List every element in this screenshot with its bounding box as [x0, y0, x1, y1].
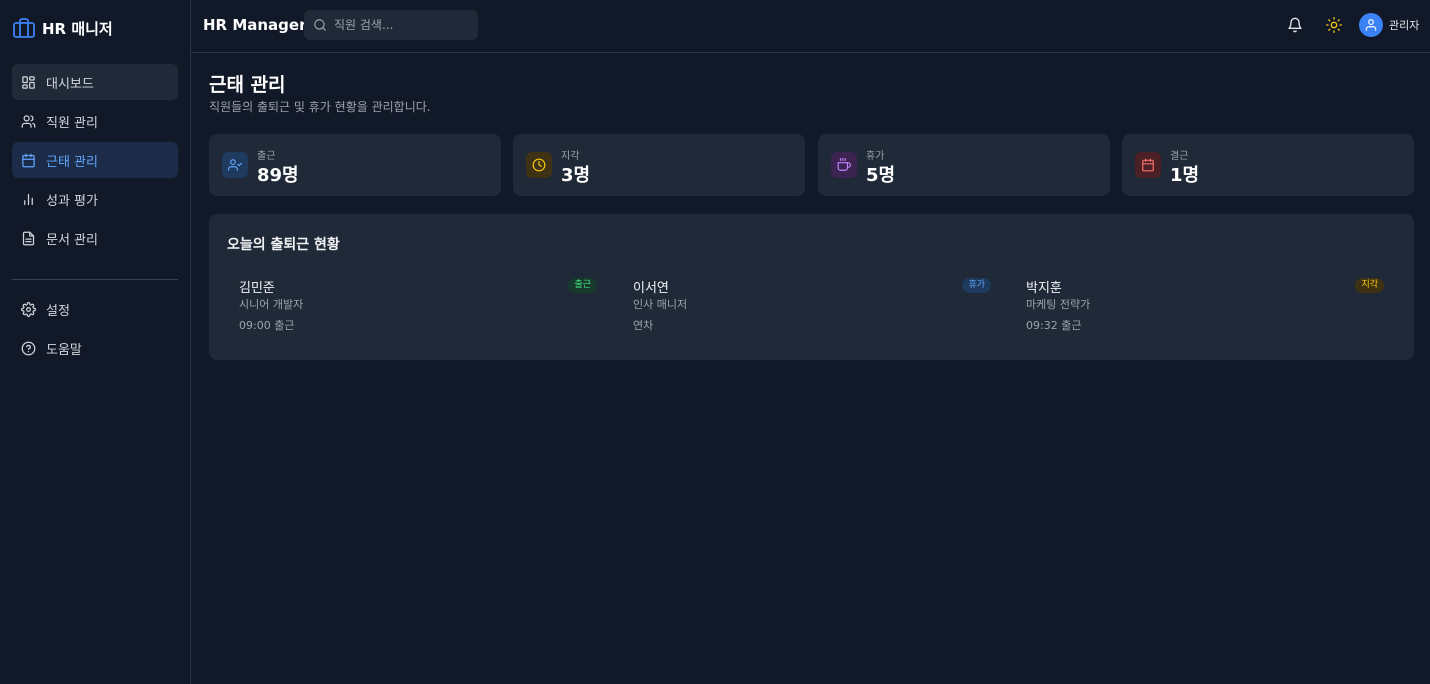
sidebar-item-settings[interactable]: 설정 — [12, 291, 178, 327]
user-menu[interactable]: 관리자 — [1359, 13, 1419, 37]
page-title: 근태 관리 — [209, 74, 286, 96]
briefcase-icon — [13, 18, 35, 38]
sidebar: HR 매니저 대시보드 직원 관리 근태 관리 성과 평가 문서 관리 설정 도… — [0, 0, 191, 684]
brand-title: HR Manager — [203, 16, 307, 34]
status-badge: 출근 — [568, 278, 597, 293]
status-badge: 휴가 — [962, 278, 991, 293]
sidebar-item-label: 근태 관리 — [46, 154, 98, 170]
sidebar-item-label: 설정 — [46, 303, 70, 319]
stat-card-late: 지각 3명 — [513, 134, 805, 196]
stat-label: 출근 — [257, 151, 276, 162]
stat-card-leave: 휴가 5명 — [818, 134, 1110, 196]
stat-value: 89명 — [257, 165, 299, 186]
panel-title: 오늘의 출퇴근 현황 — [227, 237, 340, 253]
search-input[interactable] — [334, 18, 464, 32]
sidebar-divider — [12, 279, 178, 280]
bell-icon[interactable] — [1287, 17, 1303, 33]
secondary-nav: 설정 도움말 — [12, 291, 178, 369]
sidebar-item-documents[interactable]: 문서 관리 — [12, 220, 178, 256]
attendance-panel: 오늘의 출퇴근 현황 김민준 시니어 개발자 09:00 출근 출근 이서연 인… — [209, 214, 1414, 360]
employee-card[interactable]: 김민준 시니어 개발자 09:00 출근 출근 — [239, 277, 597, 333]
employee-role: 마케팅 전략가 — [1026, 298, 1091, 311]
page-subtitle: 직원들의 출퇴근 및 휴가 현황을 관리합니다. — [209, 100, 431, 114]
topbar: HR Manager 관리자 — [191, 0, 1430, 53]
sidebar-item-label: 문서 관리 — [46, 232, 98, 248]
sun-icon[interactable] — [1326, 17, 1342, 33]
employee-card[interactable]: 박지훈 마케팅 전략가 09:32 출근 지각 — [1026, 277, 1384, 333]
search-icon — [314, 19, 326, 31]
users-icon — [21, 114, 36, 128]
user-icon — [1365, 19, 1377, 31]
coffee-icon — [837, 158, 851, 171]
stat-icon-wrap — [222, 152, 248, 178]
logo[interactable]: HR 매니저 — [12, 16, 113, 40]
stat-label: 결근 — [1170, 151, 1189, 162]
search-box[interactable] — [304, 10, 478, 40]
sidebar-item-employees[interactable]: 직원 관리 — [12, 103, 178, 139]
bar-chart-icon — [24, 193, 33, 205]
stat-card-present: 출근 89명 — [209, 134, 501, 196]
employee-detail: 연차 — [633, 319, 654, 332]
stat-value: 3명 — [561, 165, 591, 186]
avatar — [1359, 13, 1383, 37]
sidebar-item-label: 직원 관리 — [46, 115, 98, 131]
employee-name: 박지훈 — [1026, 281, 1062, 296]
employee-card[interactable]: 이서연 인사 매니저 연차 휴가 — [633, 277, 991, 333]
stat-icon-wrap — [1135, 152, 1161, 178]
sidebar-item-label: 대시보드 — [46, 76, 94, 92]
sidebar-item-help[interactable]: 도움말 — [12, 330, 178, 366]
sidebar-item-dashboard[interactable]: 대시보드 — [12, 64, 178, 100]
user-name: 관리자 — [1389, 19, 1420, 32]
calendar-icon — [1142, 158, 1154, 172]
stat-card-absent: 결근 1명 — [1122, 134, 1414, 196]
help-icon — [21, 341, 36, 355]
stat-value: 1명 — [1170, 165, 1200, 186]
calendar-icon — [22, 153, 35, 167]
employee-role: 인사 매니저 — [633, 298, 688, 311]
sidebar-item-attendance[interactable]: 근태 관리 — [12, 142, 178, 178]
sidebar-item-performance[interactable]: 성과 평가 — [12, 181, 178, 217]
employee-name: 김민준 — [239, 281, 275, 296]
employee-role: 시니어 개발자 — [239, 298, 304, 311]
gear-icon — [21, 301, 36, 317]
sidebar-item-label: 도움말 — [46, 342, 82, 358]
user-check-icon — [228, 159, 242, 171]
document-icon — [22, 231, 35, 245]
sidebar-item-label: 성과 평가 — [46, 193, 98, 209]
stat-icon-wrap — [831, 152, 857, 178]
stat-label: 지각 — [561, 151, 580, 162]
employee-detail: 09:32 출근 — [1026, 319, 1082, 332]
status-badge: 지각 — [1355, 278, 1384, 293]
main-nav: 대시보드 직원 관리 근태 관리 성과 평가 문서 관리 — [12, 64, 178, 259]
employee-detail: 09:00 출근 — [239, 319, 295, 332]
stat-label: 휴가 — [866, 151, 885, 162]
stat-icon-wrap — [526, 152, 552, 178]
stat-value: 5명 — [866, 165, 896, 186]
logo-text: HR 매니저 — [42, 19, 113, 38]
clock-icon — [532, 158, 546, 172]
employee-name: 이서연 — [633, 281, 669, 296]
dashboard-icon — [22, 75, 35, 89]
